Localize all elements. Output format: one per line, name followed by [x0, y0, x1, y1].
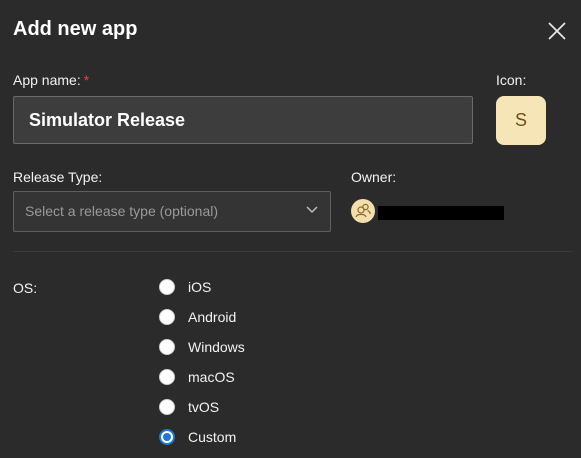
app-name-label-text: App name:	[13, 72, 81, 88]
radio-ios[interactable]	[159, 279, 175, 295]
app-name-label: App name: *	[13, 72, 89, 88]
os-option-label: tvOS	[188, 399, 220, 415]
os-option-tvos[interactable]: tvOS	[159, 396, 299, 418]
os-option-label: Windows	[188, 339, 245, 355]
os-option-android[interactable]: Android	[159, 306, 299, 328]
required-marker: *	[83, 72, 90, 88]
section-divider	[13, 251, 573, 252]
os-option-macos[interactable]: macOS	[159, 366, 299, 388]
dialog-title: Add new app	[13, 18, 138, 40]
radio-tvos[interactable]	[159, 399, 175, 415]
os-option-label: Custom	[188, 429, 237, 445]
people-icon	[355, 203, 371, 218]
chevron-down-icon	[306, 206, 318, 214]
close-icon[interactable]	[546, 20, 568, 42]
radio-windows[interactable]	[159, 339, 175, 355]
os-label: OS:	[13, 280, 38, 296]
radio-macos[interactable]	[159, 369, 175, 385]
radio-custom[interactable]	[159, 429, 175, 445]
os-option-ios[interactable]: iOS	[159, 276, 299, 298]
app-name-input[interactable]: Simulator Release	[13, 96, 473, 144]
owner-name-redacted: [redacted]	[378, 206, 504, 220]
os-option-windows[interactable]: Windows	[159, 336, 299, 358]
release-type-label: Release Type:	[13, 169, 103, 185]
owner-avatar	[351, 199, 375, 223]
add-app-dialog: Add new app App name: * Icon: Simulator R…	[0, 0, 581, 458]
release-type-placeholder: Select a release type (optional)	[25, 203, 218, 219]
app-icon-button[interactable]: S	[496, 96, 546, 145]
owner-label: Owner:	[351, 169, 397, 185]
os-option-label: iOS	[188, 279, 212, 295]
radio-android[interactable]	[159, 309, 175, 325]
os-option-custom[interactable]: Custom	[159, 426, 299, 448]
icon-label: Icon:	[496, 72, 527, 88]
os-option-label: Android	[188, 309, 237, 325]
release-type-select[interactable]: Select a release type (optional)	[13, 191, 331, 232]
os-option-label: macOS	[188, 369, 235, 385]
